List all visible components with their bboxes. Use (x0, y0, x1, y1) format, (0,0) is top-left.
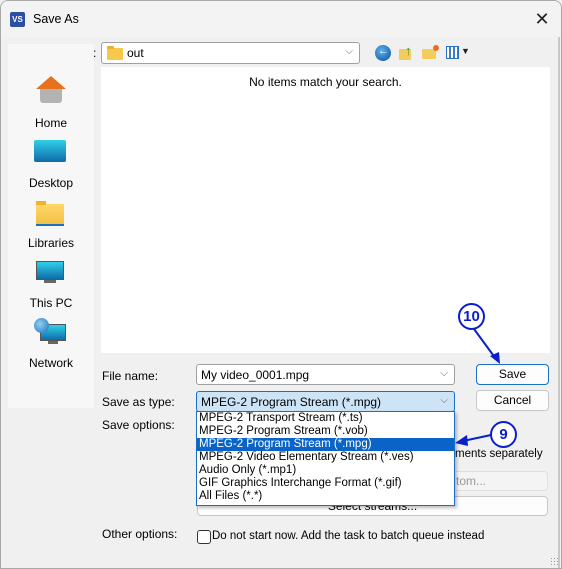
chevron-down-icon: ⌵ (440, 395, 448, 406)
view-menu-button[interactable]: ▼ (446, 45, 470, 61)
save-button-label: Save (498, 367, 527, 381)
dropdown-option[interactable]: All Files (*.*) (197, 490, 454, 503)
save-type-label: Save as type: (102, 395, 175, 409)
close-icon: ✕ (534, 9, 550, 29)
step-10-arrow (473, 328, 500, 364)
empty-message: No items match your search. (249, 75, 402, 89)
save-in-combo[interactable]: out ⌵ (101, 42, 360, 64)
save-as-dialog: VS Save As ✕ Save in: out ⌵ ← ↑ ▼ Home D… (0, 0, 562, 569)
close-button[interactable]: ✕ (529, 7, 555, 31)
splitter[interactable] (558, 37, 560, 568)
cancel-button-label: Cancel (493, 393, 532, 407)
dropdown-option-selected[interactable]: MPEG-2 Program Stream (*.mpg) (197, 438, 454, 451)
sidebar-item-label: Desktop (28, 176, 74, 190)
chevron-down-icon: ▼ (461, 46, 470, 56)
dropdown-option[interactable]: MPEG-2 Transport Stream (*.ts) (197, 412, 454, 425)
save-button[interactable]: Save (476, 364, 549, 385)
custom-button-label: tom... (456, 474, 487, 488)
custom-button[interactable]: tom... (441, 471, 548, 491)
batch-queue-label: Do not start now. Add the task to batch … (212, 530, 485, 542)
chevron-down-icon: ⌵ (345, 46, 353, 57)
places-sidebar: Home Desktop Libraries This PC Network (8, 44, 94, 408)
title-bar: VS Save As ✕ (1, 1, 561, 37)
new-folder-button[interactable] (422, 45, 440, 61)
file-name-input[interactable]: My video_0001.mpg ⌵ (196, 364, 455, 385)
dropdown-option[interactable]: MPEG-2 Program Stream (*.vob) (197, 425, 454, 438)
view-menu-icon (446, 46, 459, 59)
save-type-select[interactable]: MPEG-2 Program Stream (*.mpg) ⌵ (196, 391, 455, 412)
window-title: Save As (33, 12, 79, 26)
segments-option-text: ments separately (455, 448, 543, 460)
this-pc-icon (36, 261, 64, 280)
other-options-label: Other options: (102, 527, 178, 541)
back-icon: ← (378, 45, 389, 57)
cancel-button[interactable]: Cancel (476, 390, 549, 411)
save-in-value: out (127, 46, 144, 60)
batch-queue-checkbox[interactable] (197, 530, 211, 544)
desktop-icon (34, 140, 66, 162)
resize-grip[interactable] (550, 557, 558, 565)
step-9-annotation: 9 (490, 421, 517, 448)
save-options-label: Save options: (102, 418, 175, 432)
up-folder-button[interactable]: ↑ (399, 43, 415, 61)
home-icon (36, 76, 66, 89)
sidebar-item-label: This PC (29, 296, 73, 310)
dropdown-option[interactable]: MPEG-2 Video Elementary Stream (*.ves) (197, 451, 454, 464)
back-button[interactable]: ← (375, 45, 391, 61)
folder-icon (107, 46, 123, 60)
save-type-value: MPEG-2 Program Stream (*.mpg) (201, 395, 382, 409)
step-9-arrow (455, 434, 492, 446)
step-10-annotation: 10 (458, 303, 485, 330)
sidebar-item-label: Libraries (27, 236, 75, 250)
file-name-value: My video_0001.mpg (201, 368, 310, 382)
libraries-icon (36, 204, 64, 226)
app-icon: VS (10, 12, 25, 27)
dropdown-option[interactable]: GIF Graphics Interchange Format (*.gif) (197, 477, 454, 490)
save-type-dropdown-list[interactable]: MPEG-2 Transport Stream (*.ts) MPEG-2 Pr… (196, 411, 455, 506)
sidebar-item-label: Network (28, 356, 73, 370)
sidebar-item-label: Home (34, 116, 67, 130)
file-name-label: File name: (102, 369, 159, 383)
dropdown-option[interactable]: Audio Only (*.mp1) (197, 464, 454, 477)
chevron-down-icon: ⌵ (440, 368, 448, 379)
